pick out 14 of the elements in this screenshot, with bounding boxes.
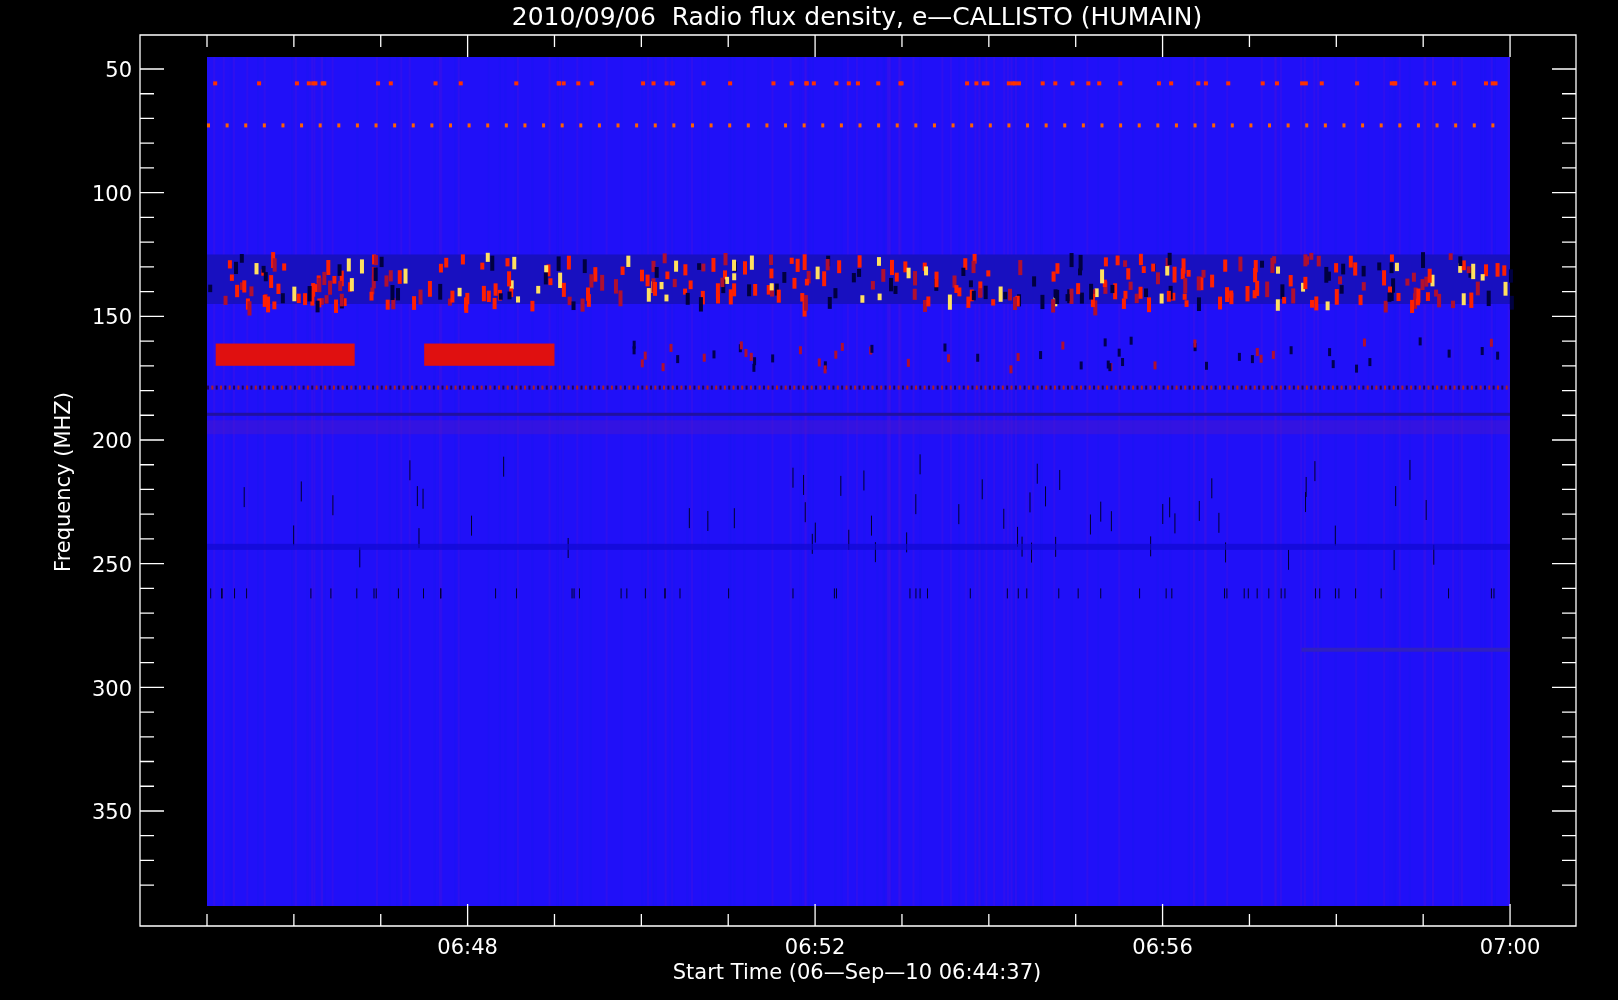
tick-label: 06:52 [784, 935, 846, 959]
tick-label: 06:56 [1132, 935, 1193, 959]
tick-label: 150 [91, 305, 132, 330]
tick-label: 100 [91, 181, 132, 206]
tick-label: 07:00 [1479, 935, 1541, 959]
axis-title: Start Time (06—Sep—10 06:44:37) [672, 960, 1042, 984]
tick-label: 200 [91, 429, 132, 454]
tick-label: 50 [105, 58, 132, 82]
tick-label: 350 [91, 800, 132, 825]
chart-title: 2010/09/06 Radio flux density, e—CALLISTO (HUMAIN) [511, 2, 1203, 31]
tick-label: 300 [91, 676, 132, 701]
tick-label: 06:48 [437, 935, 498, 959]
axis-title: Frequency (MHZ) [51, 392, 75, 572]
tick-label: 250 [91, 552, 132, 577]
